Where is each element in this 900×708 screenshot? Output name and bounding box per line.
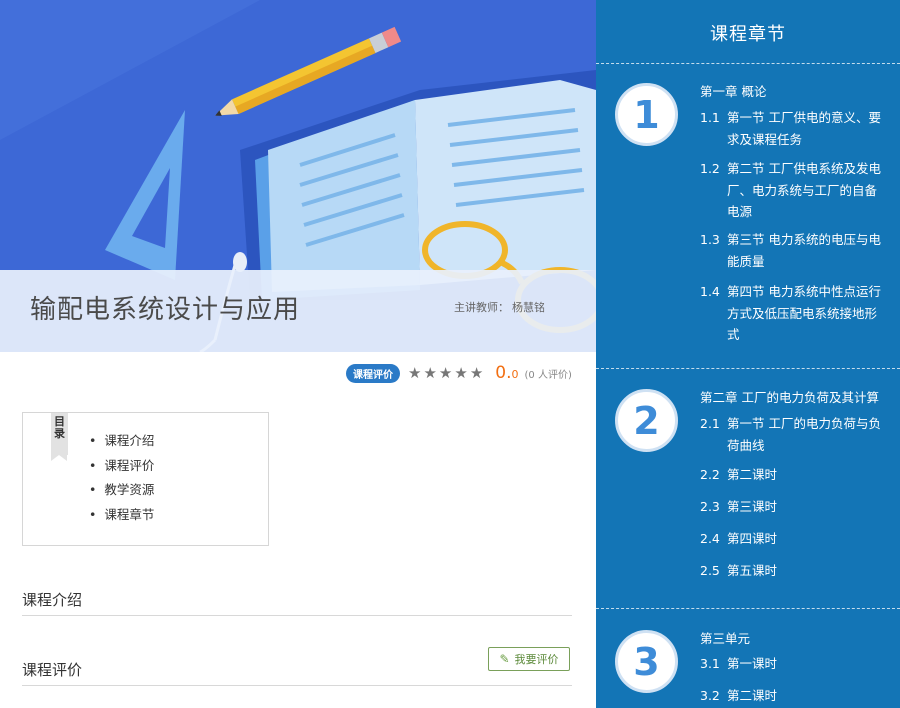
- lesson-title: 第一课时: [727, 656, 778, 671]
- star-rating: ★ ★ ★ ★ ★: [408, 363, 485, 382]
- chapter-title[interactable]: 第一章 概论: [700, 81, 766, 100]
- lesson-number: 3.1: [700, 656, 720, 671]
- chapter-number-badge: 2: [615, 389, 678, 452]
- chapter-title[interactable]: 第二章 工厂的电力负荷及其计算: [700, 387, 879, 406]
- lesson-title: 第四节 电力系统中性点运行方式及低压配电系统接地形式: [727, 284, 881, 342]
- lesson-title: 第二课时: [727, 688, 778, 703]
- lesson-number: 1.1: [700, 110, 720, 125]
- write-review-button[interactable]: ✎ 我要评价: [488, 647, 570, 671]
- rating-score: 0.0: [495, 363, 518, 383]
- sidebar-title: 课程章节: [710, 24, 786, 45]
- chapter-number-badge: 3: [615, 630, 678, 693]
- lesson-item[interactable]: 1.2 第二节 工厂供电系统及发电厂、电力系统与工厂的自备电源: [700, 158, 890, 223]
- lesson-title: 第三节 电力系统的电压与电能质量: [727, 232, 881, 269]
- lesson-item[interactable]: 2.2 第二课时: [700, 464, 890, 486]
- chapter-title[interactable]: 第三单元: [700, 628, 750, 647]
- lesson-item[interactable]: 1.3 第三节 电力系统的电压与电能质量: [700, 229, 890, 272]
- toc-link-chapters[interactable]: 课程章节: [89, 507, 154, 532]
- toc-link-review[interactable]: 课程评价: [89, 458, 154, 483]
- table-of-contents: 目录 课程介绍 课程评价 教学资源 课程章节: [22, 412, 269, 546]
- lesson-number: 2.4: [700, 531, 720, 546]
- teacher-label: 主讲教师：: [454, 301, 509, 314]
- lesson-number: 2.5: [700, 563, 720, 578]
- star-icon: ★: [423, 363, 437, 382]
- lesson-item[interactable]: 2.5 第五课时: [700, 560, 890, 582]
- star-icon: ★: [438, 363, 453, 382]
- divider: [596, 63, 900, 64]
- lesson-title: 第三课时: [727, 499, 778, 514]
- lesson-number: 3.2: [700, 688, 720, 703]
- chapter-number-badge: 1: [615, 83, 678, 146]
- lesson-number: 2.2: [700, 467, 720, 482]
- star-icon: ★: [408, 363, 422, 382]
- lesson-number: 1.4: [700, 284, 720, 299]
- lesson-title: 第一节 工厂的电力负荷与负荷曲线: [727, 416, 881, 453]
- lesson-title: 第五课时: [727, 563, 778, 578]
- course-banner: 输配电系统设计与应用 主讲教师： 杨慧铭: [0, 0, 596, 352]
- lesson-item[interactable]: 3.2 第二课时: [700, 685, 890, 707]
- write-review-label: 我要评价: [514, 653, 559, 666]
- divider: [596, 368, 900, 369]
- toc-link-resources[interactable]: 教学资源: [89, 482, 154, 507]
- lesson-title: 第二课时: [727, 467, 778, 482]
- star-icon: ★: [454, 363, 468, 382]
- rating-row: 课程评价 ★ ★ ★ ★ ★ 0.0 (0 人评价): [346, 362, 572, 384]
- lesson-title: 第四课时: [727, 531, 778, 546]
- lesson-item[interactable]: 2.1 第一节 工厂的电力负荷与负荷曲线: [700, 413, 890, 456]
- lesson-item[interactable]: 3.1 第一课时: [700, 653, 890, 675]
- star-icon: ★: [469, 363, 484, 382]
- main-panel: 输配电系统设计与应用 主讲教师： 杨慧铭 课程评价 ★ ★ ★ ★ ★ 0.0 (…: [0, 0, 596, 708]
- score-integer: 0.: [495, 363, 512, 383]
- lesson-number: 2.3: [700, 499, 720, 514]
- lesson-item[interactable]: 1.1 第一节 工厂供电的意义、要求及课程任务: [700, 107, 890, 150]
- teacher-name: 杨慧铭: [512, 301, 545, 314]
- score-decimal: 0: [511, 368, 519, 381]
- lesson-number: 1.2: [700, 161, 720, 176]
- lesson-number: 2.1: [700, 416, 720, 431]
- toc-link-intro[interactable]: 课程介绍: [89, 433, 154, 458]
- lesson-number: 1.3: [700, 232, 720, 247]
- lesson-title: 第一节 工厂供电的意义、要求及课程任务: [727, 110, 881, 147]
- intro-heading: 课程介绍: [22, 589, 572, 616]
- course-title: 输配电系统设计与应用: [30, 295, 301, 325]
- chapter-sidebar: 课程章节 1 第一章 概论 1.1 第一节 工厂供电的意义、要求及课程任务 1.…: [596, 0, 900, 708]
- rating-badge: 课程评价: [346, 363, 400, 383]
- lesson-title: 第二节 工厂供电系统及发电厂、电力系统与工厂的自备电源: [727, 161, 881, 219]
- rater-count: (0 人评价): [524, 369, 572, 381]
- divider: [596, 608, 900, 609]
- lesson-item[interactable]: 2.4 第四课时: [700, 528, 890, 550]
- teacher-info: 主讲教师： 杨慧铭: [454, 299, 545, 315]
- toc-tag: 目录: [51, 413, 68, 461]
- lesson-item[interactable]: 1.4 第四节 电力系统中性点运行方式及低压配电系统接地形式: [700, 281, 890, 346]
- toc-list: 课程介绍 课程评价 教学资源 课程章节: [89, 433, 154, 532]
- pencil-icon: ✎: [499, 652, 510, 666]
- lesson-item[interactable]: 2.3 第三课时: [700, 496, 890, 518]
